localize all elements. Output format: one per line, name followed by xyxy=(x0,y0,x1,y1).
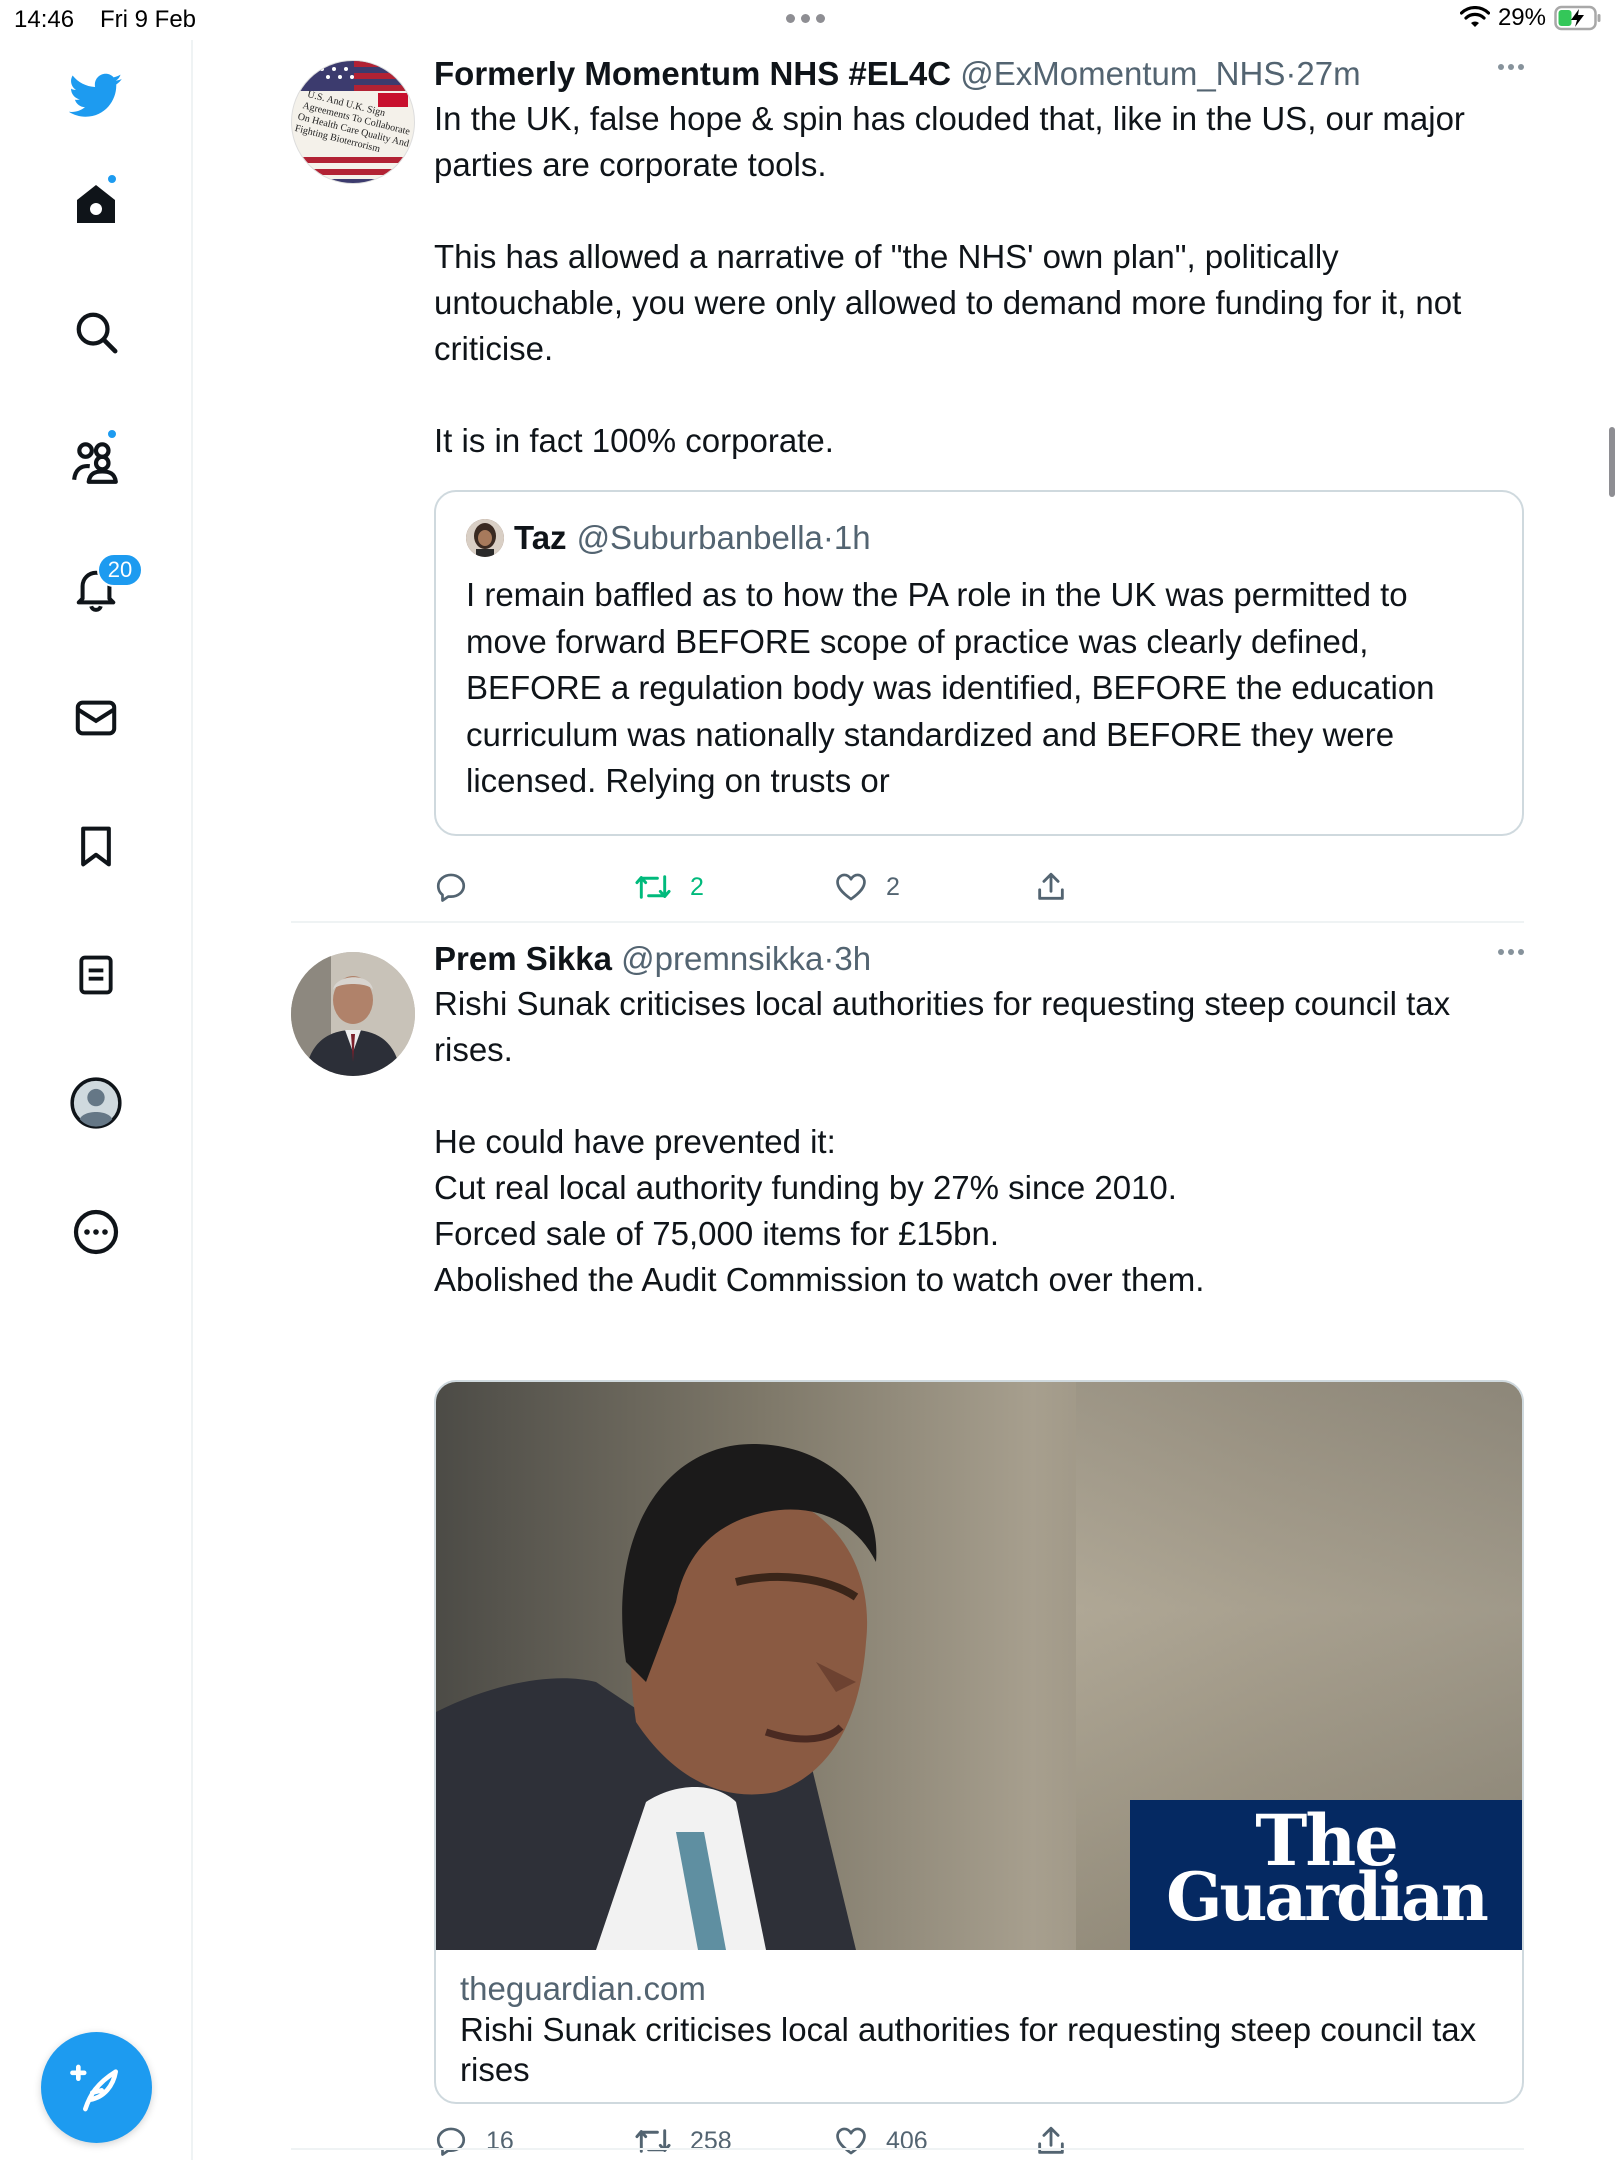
like-count: 406 xyxy=(886,2126,928,2155)
retweet-icon xyxy=(635,875,671,899)
status-date: Fri 9 Feb xyxy=(100,6,197,33)
tweet[interactable]: U.S. And U.K. Sign Agreements To Collabo… xyxy=(291,40,1524,927)
search-icon[interactable] xyxy=(68,304,124,360)
tweet-header: Formerly Momentum NHS #EL4C @ExMomentum_… xyxy=(434,54,1524,94)
status-time: 14:46 xyxy=(14,6,75,33)
retweet-icon xyxy=(635,2129,671,2153)
tweet[interactable]: Prem Sikka @premnsikka·3h Rishi Sunak cr… xyxy=(291,923,1524,2156)
separator-dot: · xyxy=(1285,55,1297,92)
tweet-header: Prem Sikka @premnsikka·3h xyxy=(434,939,1524,979)
card-image: The Guardian xyxy=(436,1382,1522,1950)
heart-icon xyxy=(836,2127,866,2155)
quote-author-handle: @Suburbanbella·1h xyxy=(576,519,871,556)
tweet-text: In the UK, false hope & spin has clouded… xyxy=(434,100,1465,459)
retweet-count: 258 xyxy=(690,2126,732,2155)
quote-avatar xyxy=(466,519,504,557)
share-button[interactable] xyxy=(1034,2124,1068,2158)
mail-icon[interactable] xyxy=(68,690,124,746)
author-handle[interactable]: @ExMomentum_NHS xyxy=(960,55,1285,92)
list-icon[interactable] xyxy=(68,947,124,1003)
guardian-logo: The Guardian xyxy=(1130,1800,1522,1950)
more-options-icon[interactable] xyxy=(1498,64,1524,70)
profile-avatar-icon[interactable] xyxy=(68,1075,124,1131)
separator-dot: · xyxy=(823,940,835,977)
more-circle-icon[interactable] xyxy=(68,1204,124,1260)
tweet-time[interactable]: 3h xyxy=(834,940,871,977)
compose-tweet-button[interactable] xyxy=(41,2032,152,2143)
card-domain: theguardian.com xyxy=(460,1970,706,2007)
twitter-logo-icon[interactable] xyxy=(68,68,124,124)
bookmark-icon[interactable] xyxy=(68,818,124,874)
link-card[interactable]: The Guardian theguardian.com Rishi Sunak… xyxy=(434,1380,1524,2104)
wifi-icon xyxy=(1459,6,1490,27)
notifications-badge: 20 xyxy=(97,553,143,587)
battery-percent: 29% xyxy=(1497,4,1546,31)
avatar[interactable]: U.S. And U.K. Sign Agreements To Collabo… xyxy=(291,60,415,184)
retweet-button[interactable]: 258 xyxy=(634,2124,732,2158)
author-name[interactable]: Prem Sikka xyxy=(434,940,612,977)
author-handle[interactable]: @premnsikka xyxy=(621,940,823,977)
scrollbar[interactable] xyxy=(1609,427,1615,497)
multitasking-dots-icon[interactable] xyxy=(786,14,825,23)
tweet-text: Rishi Sunak criticises local authorities… xyxy=(434,985,1451,1298)
reply-button[interactable]: 16 xyxy=(434,2124,514,2158)
compose-feather-icon xyxy=(69,2064,118,2111)
share-button[interactable] xyxy=(1034,870,1068,904)
author-name[interactable]: Formerly Momentum NHS #EL4C xyxy=(434,55,951,92)
avatar[interactable] xyxy=(291,952,415,1076)
share-icon xyxy=(1038,2126,1064,2154)
communities-new-dot xyxy=(106,428,118,440)
reply-button[interactable] xyxy=(434,870,468,904)
like-button[interactable]: 2 xyxy=(834,870,900,904)
status-bar: 14:46 Fri 9 Feb 29% xyxy=(0,0,1620,40)
sidebar-nav: 20 xyxy=(0,40,193,2160)
retweet-button[interactable]: 2 xyxy=(634,870,704,904)
quote-author-name: Taz xyxy=(514,519,567,556)
share-icon xyxy=(1038,872,1064,900)
like-button[interactable]: 406 xyxy=(834,2124,928,2158)
reply-icon xyxy=(436,873,466,902)
battery-charging-icon xyxy=(1554,5,1601,31)
heart-icon xyxy=(836,873,866,901)
reply-icon xyxy=(436,2127,466,2156)
like-count: 2 xyxy=(886,872,900,901)
tweet-time[interactable]: 27m xyxy=(1296,55,1360,92)
home-new-dot xyxy=(106,173,118,185)
home-icon[interactable] xyxy=(68,176,124,232)
communities-icon[interactable] xyxy=(68,433,124,489)
reply-count: 16 xyxy=(486,2126,514,2155)
card-title: Rishi Sunak criticises local authorities… xyxy=(460,2011,1477,2088)
more-options-icon[interactable] xyxy=(1498,949,1524,955)
tweet-divider xyxy=(291,2148,1524,2150)
retweet-count: 2 xyxy=(690,872,704,901)
quote-tweet[interactable]: Taz @Suburbanbella·1h I remain baffled a… xyxy=(434,490,1524,836)
quote-text: I remain baffled as to how the PA role i… xyxy=(466,576,1435,799)
